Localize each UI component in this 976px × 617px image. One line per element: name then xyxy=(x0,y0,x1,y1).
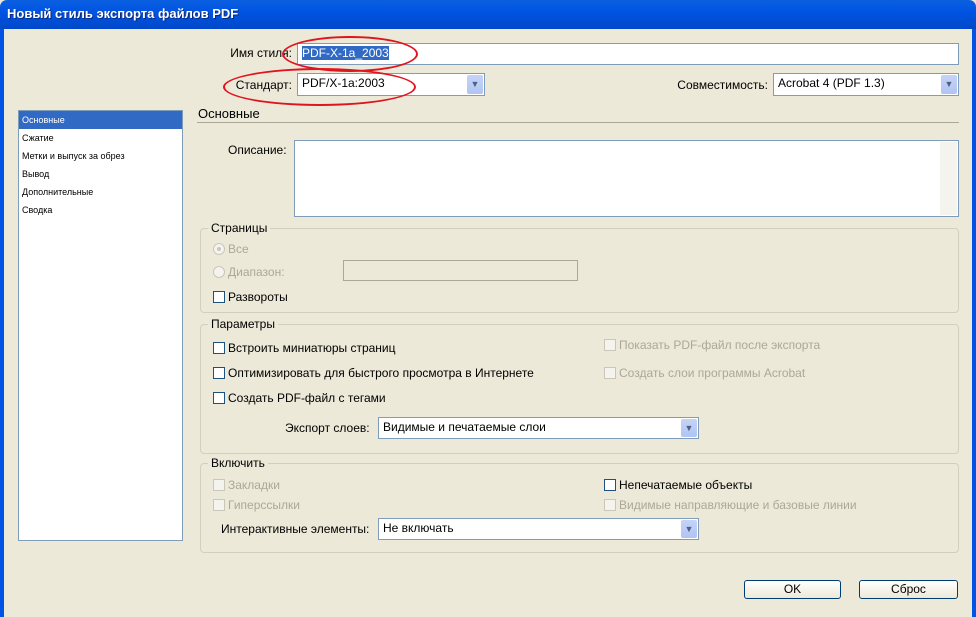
params-title: Параметры xyxy=(208,317,278,331)
export-layers-value: Видимые и печатаемые слои xyxy=(383,420,546,434)
checkbox-icon xyxy=(604,367,616,379)
guides-label: Видимые направляющие и базовые линии xyxy=(619,498,857,512)
optimize-label: Оптимизировать для быстрого просмотра в … xyxy=(228,366,534,380)
section-divider xyxy=(197,122,959,123)
tagged-label: Создать PDF-файл с тегами xyxy=(228,391,386,405)
radio-all-label: Все xyxy=(228,242,249,256)
pages-title: Страницы xyxy=(208,221,271,235)
radio-range[interactable]: Диапазон: xyxy=(213,265,285,279)
sidebar-item-advanced[interactable]: Дополнительные xyxy=(19,183,182,201)
window-frame-right xyxy=(972,29,976,617)
hyperlinks-checkbox[interactable]: Гиперссылки xyxy=(213,498,300,512)
show-after-checkbox[interactable]: Показать PDF-файл после экспорта xyxy=(604,338,820,352)
sidebar-item-summary[interactable]: Сводка xyxy=(19,201,182,219)
thumbs-label: Встроить миниатюры страниц xyxy=(228,341,396,355)
pages-group xyxy=(200,228,959,313)
category-list[interactable]: Основные Сжатие Метки и выпуск за обрез … xyxy=(18,110,183,541)
annotation-ellipse xyxy=(282,36,418,72)
nonprinting-checkbox[interactable]: Непечатаемые объекты xyxy=(604,478,752,492)
interactive-select[interactable]: Не включать ▼ xyxy=(378,518,699,540)
spreads-checkbox[interactable]: Развороты xyxy=(213,290,288,304)
checkbox-icon xyxy=(604,479,616,491)
chevron-down-icon: ▼ xyxy=(681,520,697,538)
sidebar-item-general[interactable]: Основные xyxy=(19,111,182,129)
bookmarks-label: Закладки xyxy=(228,478,280,492)
sidebar-item-output[interactable]: Вывод xyxy=(19,165,182,183)
interactive-label: Интерактивные элементы: xyxy=(221,522,370,536)
tagged-checkbox[interactable]: Создать PDF-файл с тегами xyxy=(213,391,386,405)
scrollbar[interactable] xyxy=(940,142,957,215)
checkbox-icon xyxy=(213,479,225,491)
compat-select[interactable]: Acrobat 4 (PDF 1.3) ▼ xyxy=(773,73,959,96)
radio-all[interactable]: Все xyxy=(213,242,249,256)
guides-checkbox[interactable]: Видимые направляющие и базовые линии xyxy=(604,498,857,512)
checkbox-icon xyxy=(213,499,225,511)
bookmarks-checkbox[interactable]: Закладки xyxy=(213,478,280,492)
checkbox-icon xyxy=(213,291,225,303)
reset-button[interactable]: Сброс xyxy=(859,580,958,599)
checkbox-icon xyxy=(213,342,225,354)
section-title: Основные xyxy=(198,106,260,121)
hyperlinks-label: Гиперссылки xyxy=(228,498,300,512)
acrobat-layers-checkbox[interactable]: Создать слои программы Acrobat xyxy=(604,366,805,380)
checkbox-icon xyxy=(604,499,616,511)
window-title: Новый стиль экспорта файлов PDF xyxy=(7,6,239,21)
export-layers-select[interactable]: Видимые и печатаемые слои ▼ xyxy=(378,417,699,439)
export-layers-label: Экспорт слоев: xyxy=(285,421,370,435)
optimize-checkbox[interactable]: Оптимизировать для быстрого просмотра в … xyxy=(213,366,534,380)
acrobat-layers-label: Создать слои программы Acrobat xyxy=(619,366,806,380)
description-label: Описание: xyxy=(228,143,287,157)
chevron-down-icon: ▼ xyxy=(681,419,697,437)
radio-range-label: Диапазон: xyxy=(228,265,285,279)
radio-icon xyxy=(213,266,225,278)
window-frame-left xyxy=(0,29,4,617)
show-after-label: Показать PDF-файл после экспорта xyxy=(619,338,821,352)
chevron-down-icon: ▼ xyxy=(941,75,957,94)
checkbox-icon xyxy=(213,392,225,404)
checkbox-icon xyxy=(604,339,616,351)
sidebar-item-compression[interactable]: Сжатие xyxy=(19,129,182,147)
range-input[interactable] xyxy=(343,260,578,281)
chevron-down-icon: ▼ xyxy=(467,75,483,94)
compat-value: Acrobat 4 (PDF 1.3) xyxy=(778,76,885,90)
compat-label: Совместимость: xyxy=(677,78,768,92)
radio-icon xyxy=(213,243,225,255)
nonprinting-label: Непечатаемые объекты xyxy=(619,478,753,492)
sidebar-item-marks-bleeds[interactable]: Метки и выпуск за обрез xyxy=(19,147,182,165)
description-textarea[interactable] xyxy=(294,140,959,217)
thumbs-checkbox[interactable]: Встроить миниатюры страниц xyxy=(213,341,396,355)
ok-button[interactable]: OK xyxy=(744,580,841,599)
checkbox-icon xyxy=(213,367,225,379)
annotation-ellipse xyxy=(223,68,416,106)
spreads-label: Развороты xyxy=(228,290,288,304)
include-title: Включить xyxy=(208,456,268,470)
interactive-value: Не включать xyxy=(383,521,454,535)
title-bar: Новый стиль экспорта файлов PDF xyxy=(0,0,976,29)
